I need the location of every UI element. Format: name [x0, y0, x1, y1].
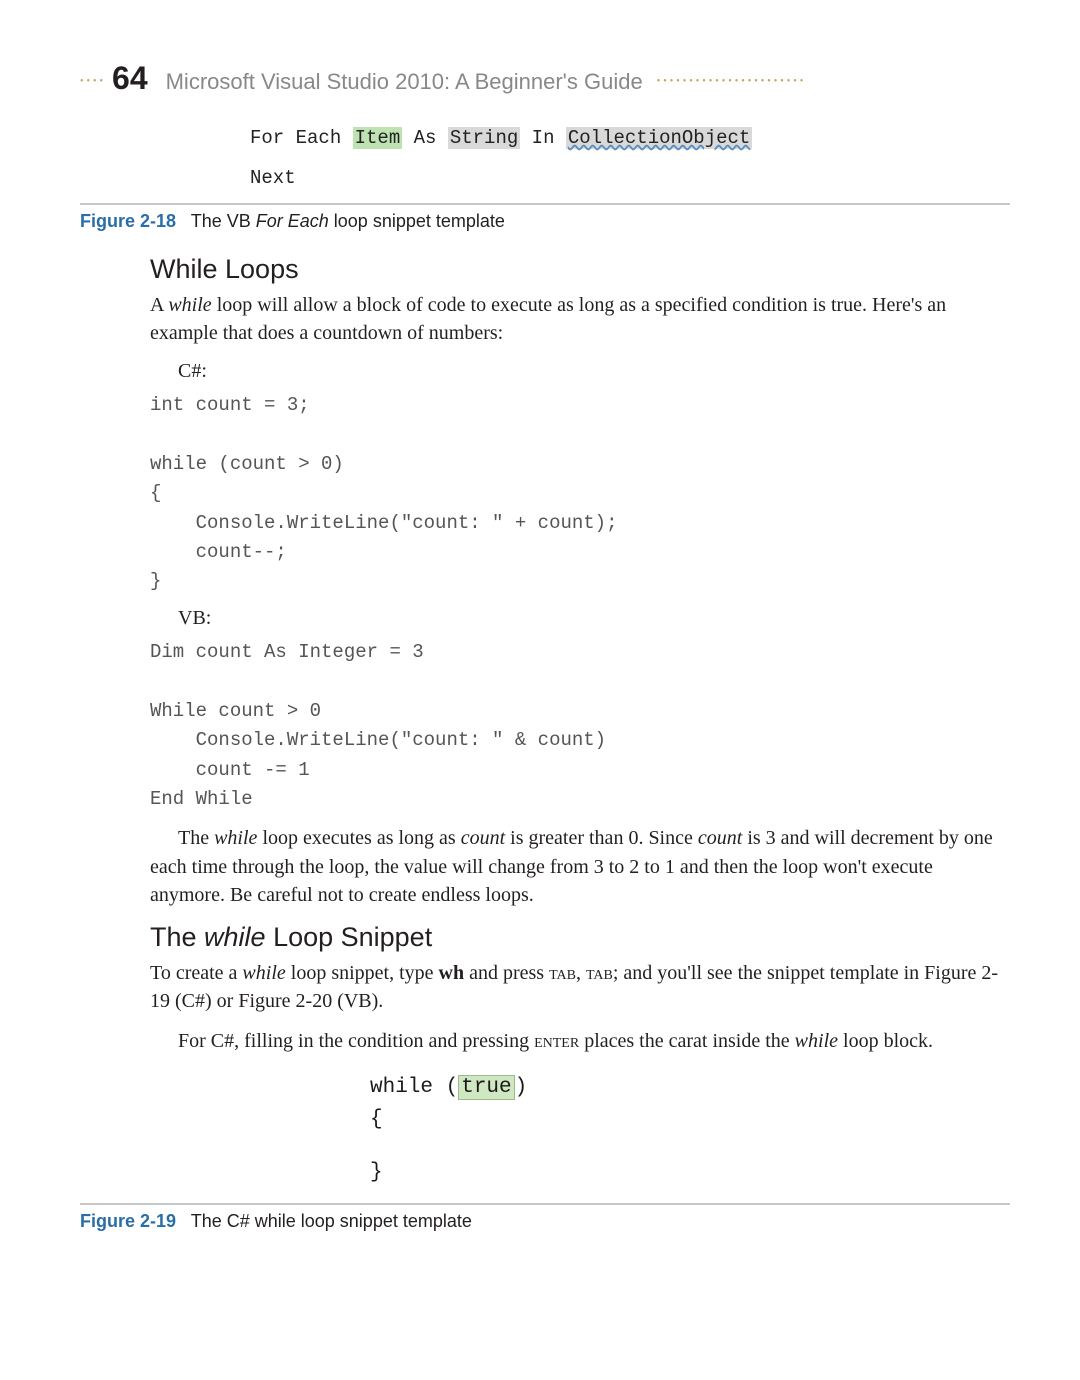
snippet-field-item: Item — [353, 127, 403, 149]
code-text: As — [402, 127, 448, 149]
content-area: While Loops A while loop will allow a bl… — [150, 254, 1010, 1056]
snippet-field-condition: true — [458, 1075, 514, 1100]
text: places the carat inside the — [579, 1030, 794, 1052]
paragraph: The while loop executes as long as count… — [150, 824, 1010, 909]
running-header: •••• 64 Microsoft Visual Studio 2010: A … — [80, 60, 1010, 97]
figure-rule — [80, 1203, 1010, 1205]
text: Loop Snippet — [266, 922, 433, 952]
text-smallcaps: tab — [586, 962, 613, 984]
text: The — [150, 922, 204, 952]
ornament-dots-left: •••• — [80, 76, 106, 87]
text-italic: count — [698, 827, 742, 849]
page-number: 64 — [112, 60, 148, 97]
text-smallcaps: tab — [549, 962, 576, 984]
code-text: Next — [250, 167, 1010, 189]
figure-2-18-caption: Figure 2-18 The VB For Each loop snippet… — [80, 211, 1010, 232]
caption-text: The C# while loop snippet template — [191, 1211, 472, 1231]
code-text: ) — [515, 1076, 528, 1099]
code-text: while ( — [370, 1076, 458, 1099]
language-label-csharp: C#: — [178, 360, 1010, 383]
figure-label: Figure 2-18 — [80, 211, 176, 231]
figure-label: Figure 2-19 — [80, 1211, 176, 1231]
snippet-field-type: String — [448, 127, 520, 149]
language-label-vb: VB: — [178, 607, 1010, 630]
text-italic: while — [204, 922, 266, 952]
text-italic: while — [242, 962, 285, 984]
text: loop will allow a block of code to execu… — [150, 294, 946, 344]
code-block-vb: Dim count As Integer = 3 While count > 0… — [150, 638, 1010, 815]
text: The — [178, 827, 214, 849]
text-italic: while — [168, 294, 211, 316]
text-italic: while — [214, 827, 257, 849]
snippet-field-collection: CollectionObject — [566, 127, 752, 149]
text: For C#, filling in the condition and pre… — [178, 1030, 534, 1052]
caption-text: loop snippet template — [329, 211, 505, 231]
caption-text: The VB — [191, 211, 256, 231]
figure-2-19-caption: Figure 2-19 The C# while loop snippet te… — [80, 1211, 1010, 1232]
code-text: For Each — [250, 127, 353, 149]
code-text: { — [370, 1104, 1010, 1137]
figure-rule — [80, 203, 1010, 205]
text: and press — [464, 962, 549, 984]
figure-2-18-code: For Each Item As String In CollectionObj… — [250, 127, 1010, 189]
heading-while-loop-snippet: The while Loop Snippet — [150, 922, 1010, 953]
paragraph: To create a while loop snippet, type wh … — [150, 959, 1010, 1016]
heading-while-loops: While Loops — [150, 254, 1010, 285]
code-blank-line — [370, 1137, 1010, 1157]
text: To create a — [150, 962, 242, 984]
code-text: } — [370, 1157, 1010, 1190]
text-italic: while — [795, 1030, 838, 1052]
text: loop snippet, type — [286, 962, 439, 984]
paragraph: For C#, filling in the condition and pre… — [150, 1027, 1010, 1055]
text: , — [576, 962, 586, 984]
caption-text-italic: For Each — [256, 211, 329, 231]
code-text: In — [520, 127, 566, 149]
text: loop executes as long as — [257, 827, 460, 849]
page: •••• 64 Microsoft Visual Studio 2010: A … — [0, 0, 1080, 1304]
figure-2-19-code: while (true) { } — [370, 1072, 1010, 1190]
text: is greater than 0. Since — [505, 827, 698, 849]
text-smallcaps: enter — [534, 1030, 579, 1052]
paragraph: A while loop will allow a block of code … — [150, 291, 1010, 348]
book-title: Microsoft Visual Studio 2010: A Beginner… — [166, 69, 643, 95]
text: loop block. — [838, 1030, 933, 1052]
text-italic: count — [461, 827, 505, 849]
text-bold: wh — [439, 962, 465, 984]
code-block-csharp: int count = 3; while (count > 0) { Conso… — [150, 391, 1010, 597]
ornament-dots-right: ••••••••••••••••••••••• — [657, 76, 807, 87]
text: A — [150, 294, 168, 316]
